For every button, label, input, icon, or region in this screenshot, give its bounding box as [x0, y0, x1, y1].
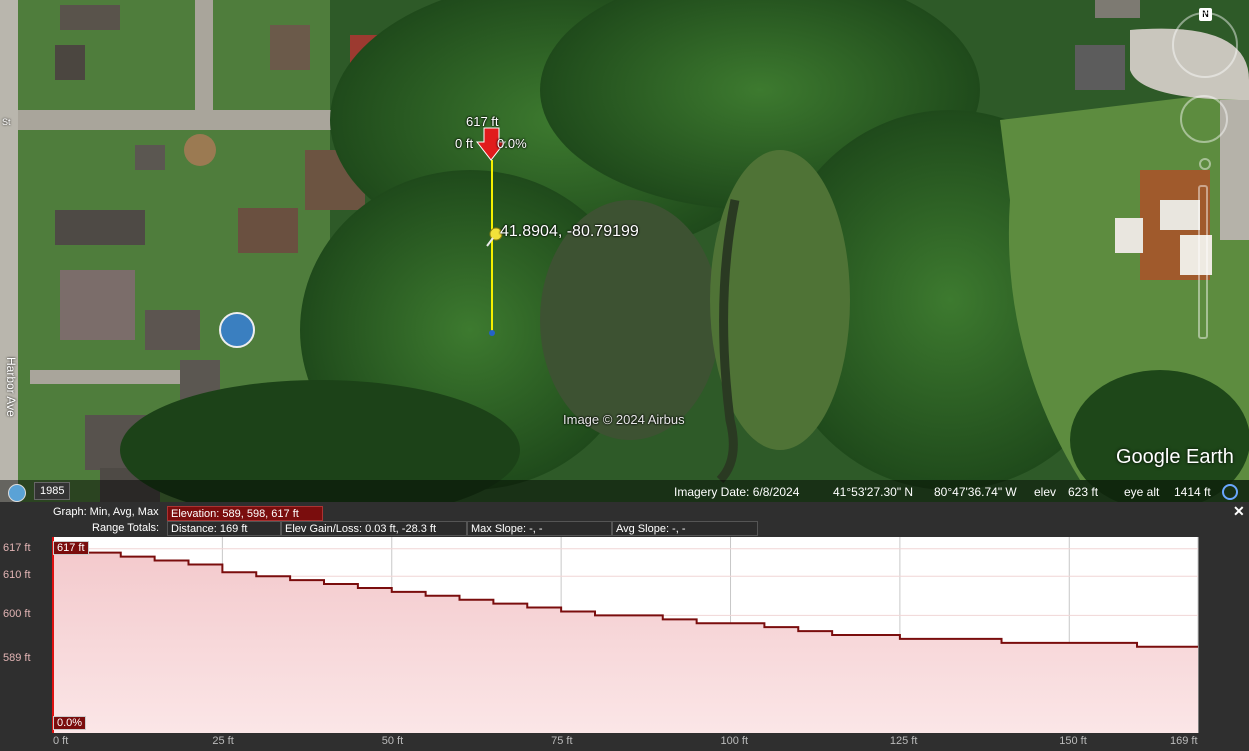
- y-tick-label: 600 ft: [3, 608, 31, 621]
- y-tick-label: 610 ft: [3, 569, 31, 582]
- x-tick-label: 150 ft: [1059, 735, 1087, 747]
- x-tick-label: 100 ft: [720, 735, 749, 747]
- y-tick-label: 589 ft: [3, 651, 31, 664]
- cursor-elevation-tag: 617 ft: [53, 541, 89, 555]
- x-tick-label: 25 ft: [212, 735, 234, 747]
- x-tick-label: 0 ft: [53, 735, 69, 747]
- x-tick-label: 75 ft: [551, 735, 573, 747]
- elevation-profile-chart[interactable]: [0, 0, 1249, 751]
- x-tick-label: 169 ft: [1170, 735, 1198, 747]
- x-tick-label: 125 ft: [889, 735, 918, 747]
- y-tick-label: 617 ft: [3, 541, 31, 554]
- x-tick-label: 50 ft: [381, 735, 404, 747]
- cursor-slope-tag: 0.0%: [53, 716, 87, 730]
